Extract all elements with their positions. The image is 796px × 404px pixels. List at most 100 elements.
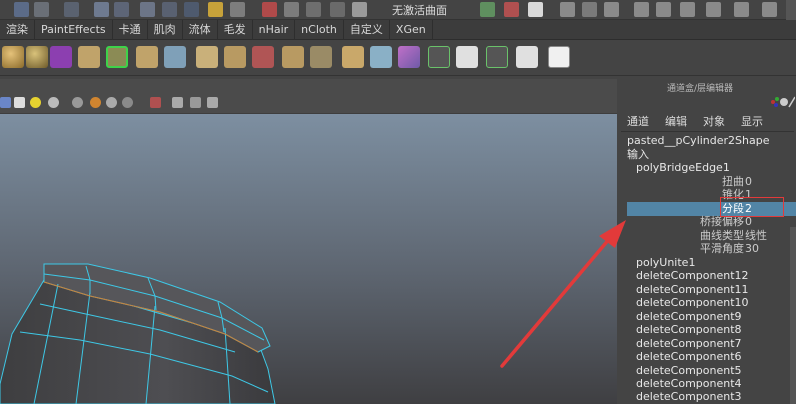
move-tool-icon[interactable] — [14, 2, 29, 17]
merge-icon[interactable] — [224, 46, 246, 68]
uv-planar-icon[interactable] — [428, 46, 450, 68]
shelf-tab-fur[interactable]: 毛发 — [218, 20, 253, 40]
node-deletecomponent4[interactable]: deleteComponent4 — [636, 377, 742, 391]
sphere-mesh-icon[interactable] — [2, 46, 24, 68]
attribute-editor-icon[interactable] — [504, 2, 519, 17]
checker-toggle-icon[interactable] — [14, 97, 25, 108]
uv-spherical-icon[interactable] — [486, 46, 508, 68]
inputs-header[interactable]: 输入 — [627, 148, 649, 162]
statusline-scroll-handle[interactable] — [786, 0, 796, 20]
attr-value[interactable]: 0 — [745, 175, 752, 189]
snap-curve-icon[interactable] — [114, 2, 129, 17]
split-icon[interactable] — [252, 46, 274, 68]
shelf-tab-xgen[interactable]: XGen — [390, 20, 433, 40]
attribute-row-curve-type[interactable]: 曲线类型 线性 — [619, 229, 796, 243]
shelf-tab-custom[interactable]: 自定义 — [344, 20, 390, 40]
shelf-tab-muscle[interactable]: 肌肉 — [148, 20, 183, 40]
lasso-tool-icon[interactable] — [34, 2, 49, 17]
shadow-icon[interactable] — [72, 97, 83, 108]
layer-editor-icon[interactable] — [634, 2, 649, 17]
render-frame-icon[interactable] — [262, 2, 277, 17]
cube-purple-icon[interactable] — [50, 46, 72, 68]
node-deletecomponent12[interactable]: deleteComponent12 — [636, 269, 749, 283]
light-yellow-icon[interactable] — [30, 97, 41, 108]
attr-value[interactable]: 0 — [745, 215, 752, 229]
menu-object[interactable]: 对象 — [695, 113, 733, 131]
snap-grid-icon[interactable] — [94, 2, 109, 17]
hypergraph-icon[interactable] — [680, 2, 695, 17]
node-deletecomponent5[interactable]: deleteComponent5 — [636, 364, 742, 378]
history-icon[interactable] — [208, 2, 223, 17]
node-deletecomponent9[interactable]: deleteComponent9 — [636, 310, 742, 324]
node-deletecomponent6[interactable]: deleteComponent6 — [636, 350, 742, 364]
node-polybridgeedge1[interactable]: polyBridgeEdge1 — [636, 161, 730, 175]
shelf-tab-toon[interactable]: 卡通 — [113, 20, 148, 40]
ao-icon[interactable] — [90, 97, 101, 108]
motion-blur-icon[interactable] — [106, 97, 117, 108]
outliner-icon[interactable] — [582, 2, 597, 17]
channel-box-icon[interactable] — [560, 2, 575, 17]
collapse-icon[interactable] — [788, 96, 795, 108]
plane-tool-icon[interactable] — [78, 46, 100, 68]
node-deletecomponent7[interactable]: deleteComponent7 — [636, 337, 742, 351]
attr-value[interactable]: 30 — [745, 242, 759, 256]
light-gray-icon[interactable] — [48, 97, 59, 108]
menu-edit[interactable]: 编辑 — [657, 113, 695, 131]
node-deletecomponent3[interactable]: deleteComponent3 — [636, 390, 742, 404]
attribute-row-twist[interactable]: 扭曲 0 — [619, 175, 796, 189]
script-editor-icon[interactable] — [734, 2, 749, 17]
attribute-row-bridge-offset[interactable]: 桥接偏移 0 — [619, 215, 796, 229]
grid-toggle-icon[interactable] — [0, 97, 11, 108]
node-deletecomponent8[interactable]: deleteComponent8 — [636, 323, 742, 337]
wedge-icon[interactable] — [370, 46, 392, 68]
shelf-tab-nhair[interactable]: nHair — [253, 20, 296, 40]
uv-auto-icon[interactable] — [516, 46, 538, 68]
snap-view-icon[interactable] — [162, 2, 177, 17]
attr-value[interactable]: 线性 — [745, 229, 767, 243]
snap-point-icon[interactable] — [140, 2, 155, 17]
node-deletecomponent10[interactable]: deleteComponent10 — [636, 296, 749, 310]
dock-icon[interactable] — [780, 98, 788, 106]
panel-layout-icon[interactable] — [762, 2, 777, 17]
viewport-scene[interactable] — [0, 114, 617, 404]
extrude-icon[interactable] — [164, 46, 186, 68]
node-editor-icon[interactable] — [656, 2, 671, 17]
shelf-tab-ncloth[interactable]: nCloth — [295, 20, 344, 40]
camera-icon[interactable] — [352, 2, 367, 17]
hypershade-icon[interactable] — [330, 2, 345, 17]
bevel-icon[interactable] — [196, 46, 218, 68]
uv-editor-icon[interactable] — [706, 2, 721, 17]
curve-tool-icon[interactable] — [64, 2, 79, 17]
checker-icon[interactable] — [548, 46, 570, 68]
antialias-icon[interactable] — [122, 97, 133, 108]
question-icon[interactable] — [184, 2, 199, 17]
shelf-tab-painteffects[interactable]: PaintEffects — [35, 20, 113, 40]
attribute-row-smoothing-angle[interactable]: 平滑角度 30 — [619, 242, 796, 256]
ipr-render-icon[interactable] — [284, 2, 299, 17]
isolate-icon[interactable] — [150, 97, 161, 108]
smooth-icon[interactable] — [398, 46, 420, 68]
menu-display[interactable]: 显示 — [733, 113, 771, 131]
shelf-tab-render[interactable]: 渲染 — [0, 20, 35, 40]
append-polygon-icon[interactable] — [136, 46, 158, 68]
xray-icon[interactable] — [172, 97, 183, 108]
object-name[interactable]: pasted__pCylinder2Shape — [627, 134, 770, 148]
render-settings-icon[interactable] — [306, 2, 321, 17]
sidebar-toggle-icon[interactable] — [480, 2, 495, 17]
input-ops-icon[interactable] — [230, 2, 245, 17]
node-deletecomponent11[interactable]: deleteComponent11 — [636, 283, 749, 297]
poke-icon[interactable] — [342, 46, 364, 68]
axis-icon[interactable] — [771, 97, 779, 107]
uv-cylindrical-icon[interactable] — [456, 46, 478, 68]
menu-channels[interactable]: 通道 — [619, 113, 657, 131]
node-polyunite1[interactable]: polyUnite1 — [636, 256, 695, 270]
bridge-tool-icon[interactable] — [106, 46, 128, 68]
channel-box-scrollbar[interactable] — [790, 227, 796, 404]
tool-settings-icon[interactable] — [528, 2, 543, 17]
offset-edgeloop-icon[interactable] — [310, 46, 332, 68]
xray-joints-icon[interactable] — [190, 97, 201, 108]
viewport-panel[interactable] — [0, 79, 617, 404]
sphere-wire-icon[interactable] — [26, 46, 48, 68]
share-icon[interactable] — [207, 97, 218, 108]
modeling-toolkit-icon[interactable] — [604, 2, 619, 17]
